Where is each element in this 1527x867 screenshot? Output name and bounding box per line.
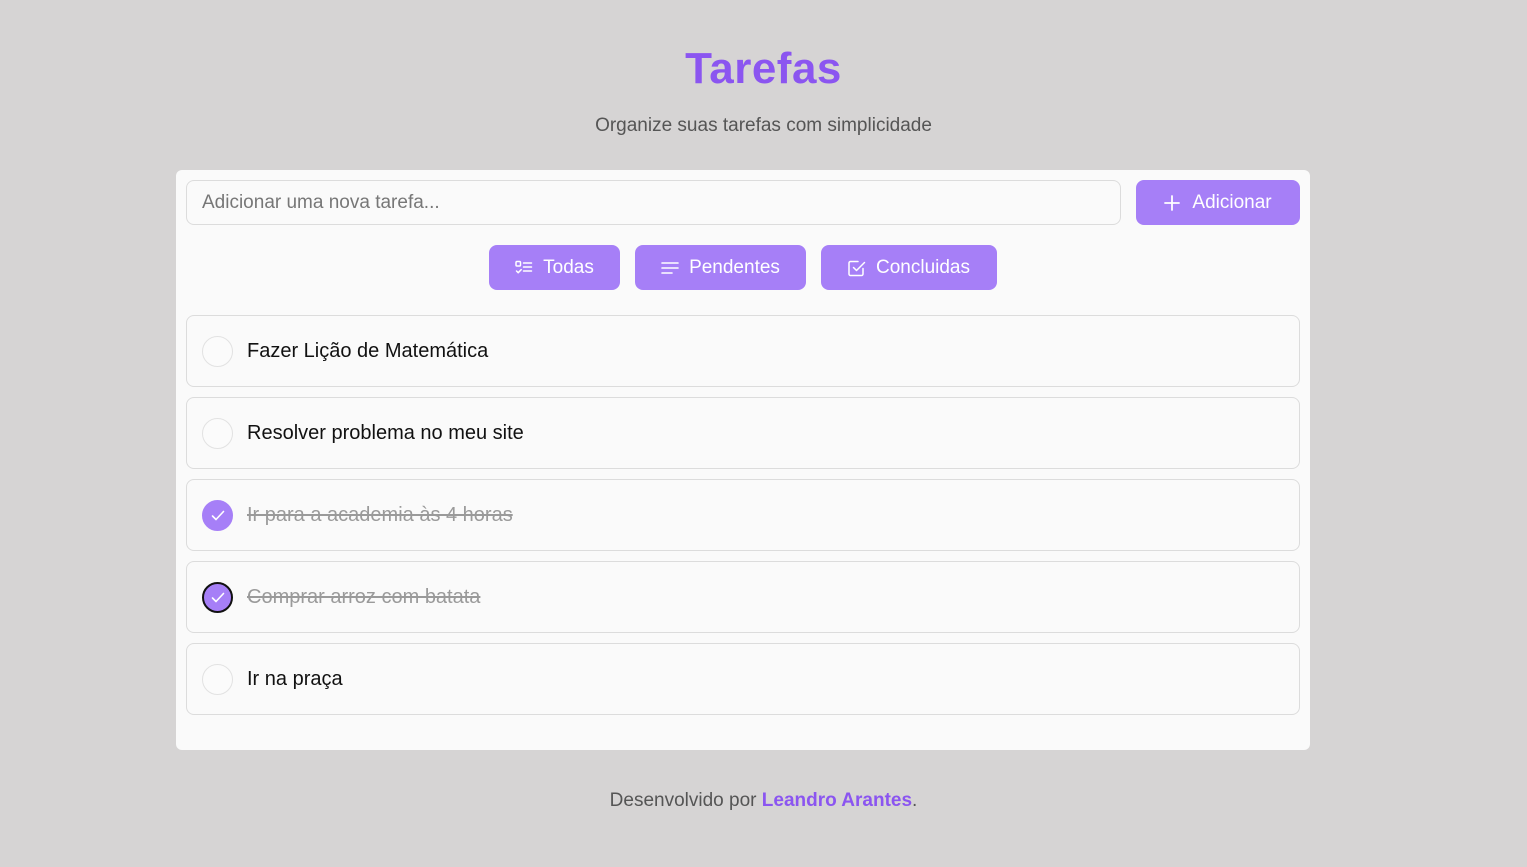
footer-suffix: .: [912, 790, 918, 811]
filter-pending-button[interactable]: Pendentes: [635, 245, 806, 290]
task-list: Fazer Lição de Matemática Resolver probl…: [186, 315, 1300, 725]
task-item: Fazer Lição de Matemática: [186, 315, 1300, 387]
page-subtitle: Organize suas tarefas com simplicidade: [595, 115, 932, 136]
task-text: Comprar arroz com batata: [247, 585, 481, 608]
filter-buttons: Todas Pendentes Concluidas: [176, 245, 1310, 290]
square-check-icon: [848, 259, 866, 277]
footer-prefix: Desenvolvido por: [609, 790, 762, 811]
tasks-card: Adicionar Todas: [176, 170, 1310, 750]
plus-icon: [1164, 194, 1181, 211]
task-item: Ir para a academia às 4 horas: [186, 479, 1300, 551]
page-title: Tarefas: [685, 44, 842, 93]
task-checkbox[interactable]: [202, 582, 233, 613]
task-checkbox[interactable]: [202, 500, 233, 531]
task-text: Fazer Lição de Matemática: [247, 339, 489, 362]
lines-icon: [661, 261, 679, 275]
task-checkbox[interactable]: [202, 336, 233, 367]
filter-completed-button[interactable]: Concluidas: [821, 245, 997, 290]
filter-pending-label: Pendentes: [689, 256, 780, 278]
task-text: Ir para a academia às 4 horas: [247, 503, 513, 526]
add-task-button[interactable]: Adicionar: [1136, 180, 1300, 225]
page: Tarefas Organize suas tarefas com simpli…: [0, 0, 1527, 867]
task-item: Comprar arroz com batata: [186, 561, 1300, 633]
list-check-icon: [515, 260, 533, 276]
task-checkbox[interactable]: [202, 664, 233, 695]
task-item: Ir na praça: [186, 643, 1300, 715]
check-icon: [211, 592, 224, 602]
task-item: Resolver problema no meu site: [186, 397, 1300, 469]
filter-all-label: Todas: [543, 256, 594, 278]
new-task-input[interactable]: [186, 180, 1121, 225]
filter-all-button[interactable]: Todas: [489, 245, 620, 290]
check-icon: [211, 510, 224, 520]
task-text: Ir na praça: [247, 667, 343, 690]
add-task-button-label: Adicionar: [1192, 191, 1272, 213]
add-task-row: Adicionar: [186, 180, 1300, 225]
footer: Desenvolvido por Leandro Arantes.: [0, 790, 1527, 812]
task-checkbox[interactable]: [202, 418, 233, 449]
filter-completed-label: Concluidas: [876, 256, 970, 278]
task-text: Resolver problema no meu site: [247, 421, 524, 444]
author-link[interactable]: Leandro Arantes: [762, 790, 912, 811]
